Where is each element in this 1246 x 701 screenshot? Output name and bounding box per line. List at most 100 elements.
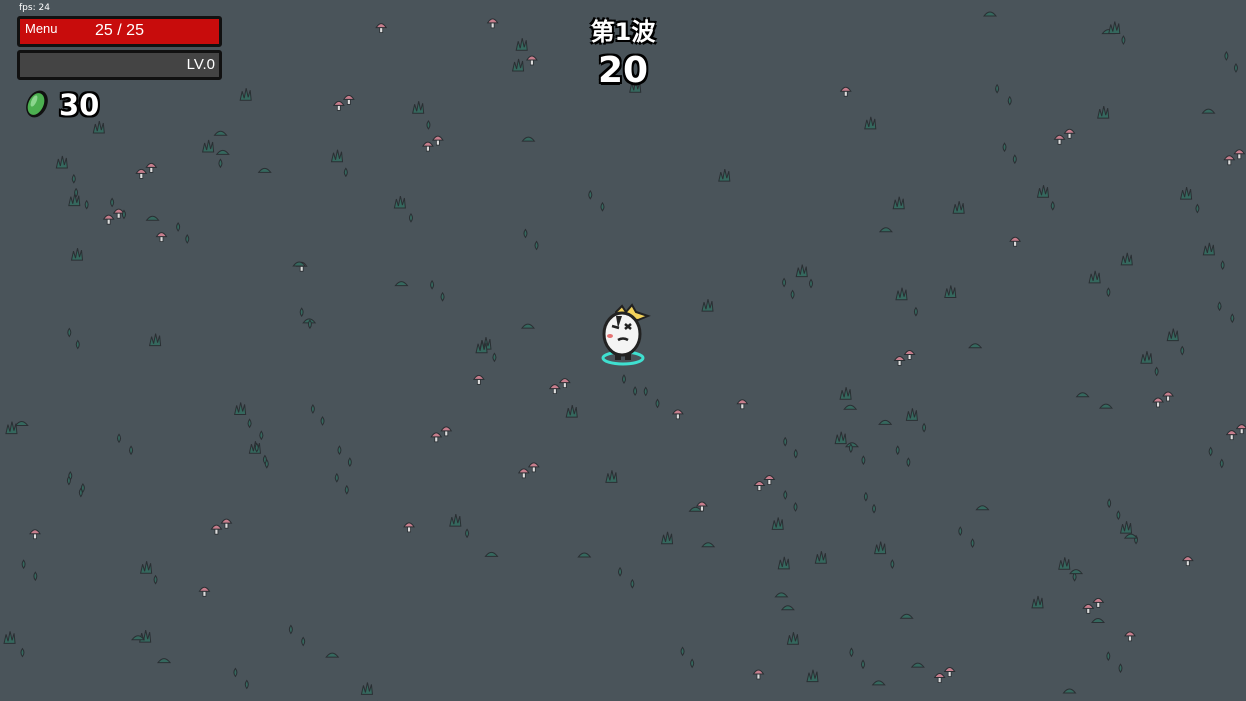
pebble <box>1075 392 1090 398</box>
sprout <box>244 679 249 690</box>
grass-tuft <box>1108 21 1121 35</box>
mushroom <box>342 94 355 105</box>
sprout <box>680 646 685 657</box>
grass-tuft <box>839 387 852 400</box>
wave-timer: 20 <box>597 50 649 91</box>
sprout <box>848 443 853 454</box>
pebble <box>780 605 795 611</box>
mushroom <box>210 524 223 535</box>
grass-tuft <box>834 431 847 445</box>
sprout <box>1106 287 1111 298</box>
mushroom <box>1162 391 1174 402</box>
pebble <box>394 281 409 287</box>
grass-tuft <box>239 88 252 101</box>
sprout <box>426 120 431 130</box>
sprout <box>655 398 660 409</box>
sprout <box>254 442 259 453</box>
pebble <box>843 404 858 410</box>
sprout <box>259 430 264 441</box>
sprout <box>310 404 315 414</box>
sprout <box>334 472 339 483</box>
pebble <box>257 167 272 173</box>
mushroom <box>29 529 41 540</box>
pebble <box>968 343 983 349</box>
sprout <box>320 416 325 426</box>
grass-tuft <box>771 517 784 530</box>
mushroom <box>1235 424 1246 435</box>
sprout <box>783 490 788 500</box>
sprout <box>861 659 866 670</box>
grass-tuft <box>814 551 827 564</box>
pebble <box>1091 618 1106 623</box>
mushroom <box>527 462 540 473</box>
pebble <box>521 136 536 142</box>
grass-tuft <box>605 470 618 483</box>
grass-tuft <box>905 408 918 421</box>
pebble <box>871 680 886 686</box>
sprout <box>1208 446 1213 457</box>
sprout <box>690 658 695 669</box>
grass-tuft <box>777 556 790 570</box>
grass-tuft <box>70 248 84 261</box>
sprout <box>849 647 854 658</box>
mushroom <box>558 378 571 389</box>
mushroom <box>1082 603 1095 614</box>
mushroom <box>198 586 211 597</box>
mushroom <box>671 409 684 420</box>
sprout <box>247 418 252 429</box>
mushroom <box>1233 149 1246 160</box>
mushroom <box>1009 236 1022 247</box>
sprout <box>301 636 306 647</box>
mushroom <box>1124 631 1136 642</box>
grass-tuft <box>5 421 18 435</box>
mushroom <box>903 349 916 360</box>
sprout <box>75 339 80 350</box>
sprout <box>1106 651 1111 662</box>
sprout <box>600 201 605 212</box>
mushroom <box>1092 597 1105 608</box>
sprout <box>1233 63 1238 73</box>
pebble <box>157 658 172 664</box>
pebble <box>899 613 914 619</box>
grass-tuft <box>718 169 731 182</box>
sprout <box>344 484 349 495</box>
sprout <box>347 457 352 467</box>
grass-tuft <box>139 561 153 574</box>
sprout <box>534 240 539 251</box>
sprout <box>153 574 158 585</box>
wave-label: 第1波 <box>590 18 656 46</box>
potato-player-icon <box>601 303 651 366</box>
mushroom <box>332 100 345 111</box>
sprout <box>922 422 927 433</box>
sprout <box>110 197 115 208</box>
sprout <box>906 457 911 468</box>
sprout <box>1224 51 1229 61</box>
pebble <box>774 592 789 598</box>
sprout <box>1012 154 1017 164</box>
sprout <box>492 352 497 363</box>
grass-tuft <box>701 299 714 312</box>
mushroom <box>1223 155 1236 166</box>
grass-tuft <box>1166 328 1179 342</box>
sprout <box>262 454 267 465</box>
mushroom <box>1152 397 1164 408</box>
pebble <box>14 420 29 426</box>
pebble <box>484 551 499 557</box>
mushroom <box>220 518 233 529</box>
sprout <box>1118 663 1123 674</box>
sprout <box>21 559 26 570</box>
grass-tuft <box>874 541 887 555</box>
sprout <box>790 289 795 300</box>
health-text: 25 / 25 <box>95 22 144 39</box>
grass-tuft <box>360 682 373 695</box>
sprout <box>1154 366 1159 377</box>
sprout <box>1107 498 1112 508</box>
pebble <box>688 506 703 512</box>
sprout <box>1219 458 1224 469</box>
grass-tuft <box>1140 351 1153 364</box>
mushroom <box>1063 128 1076 139</box>
sprout <box>67 327 72 338</box>
mushroom <box>753 481 766 491</box>
mushroom <box>430 432 443 443</box>
level-text: LV.0 <box>186 56 215 73</box>
